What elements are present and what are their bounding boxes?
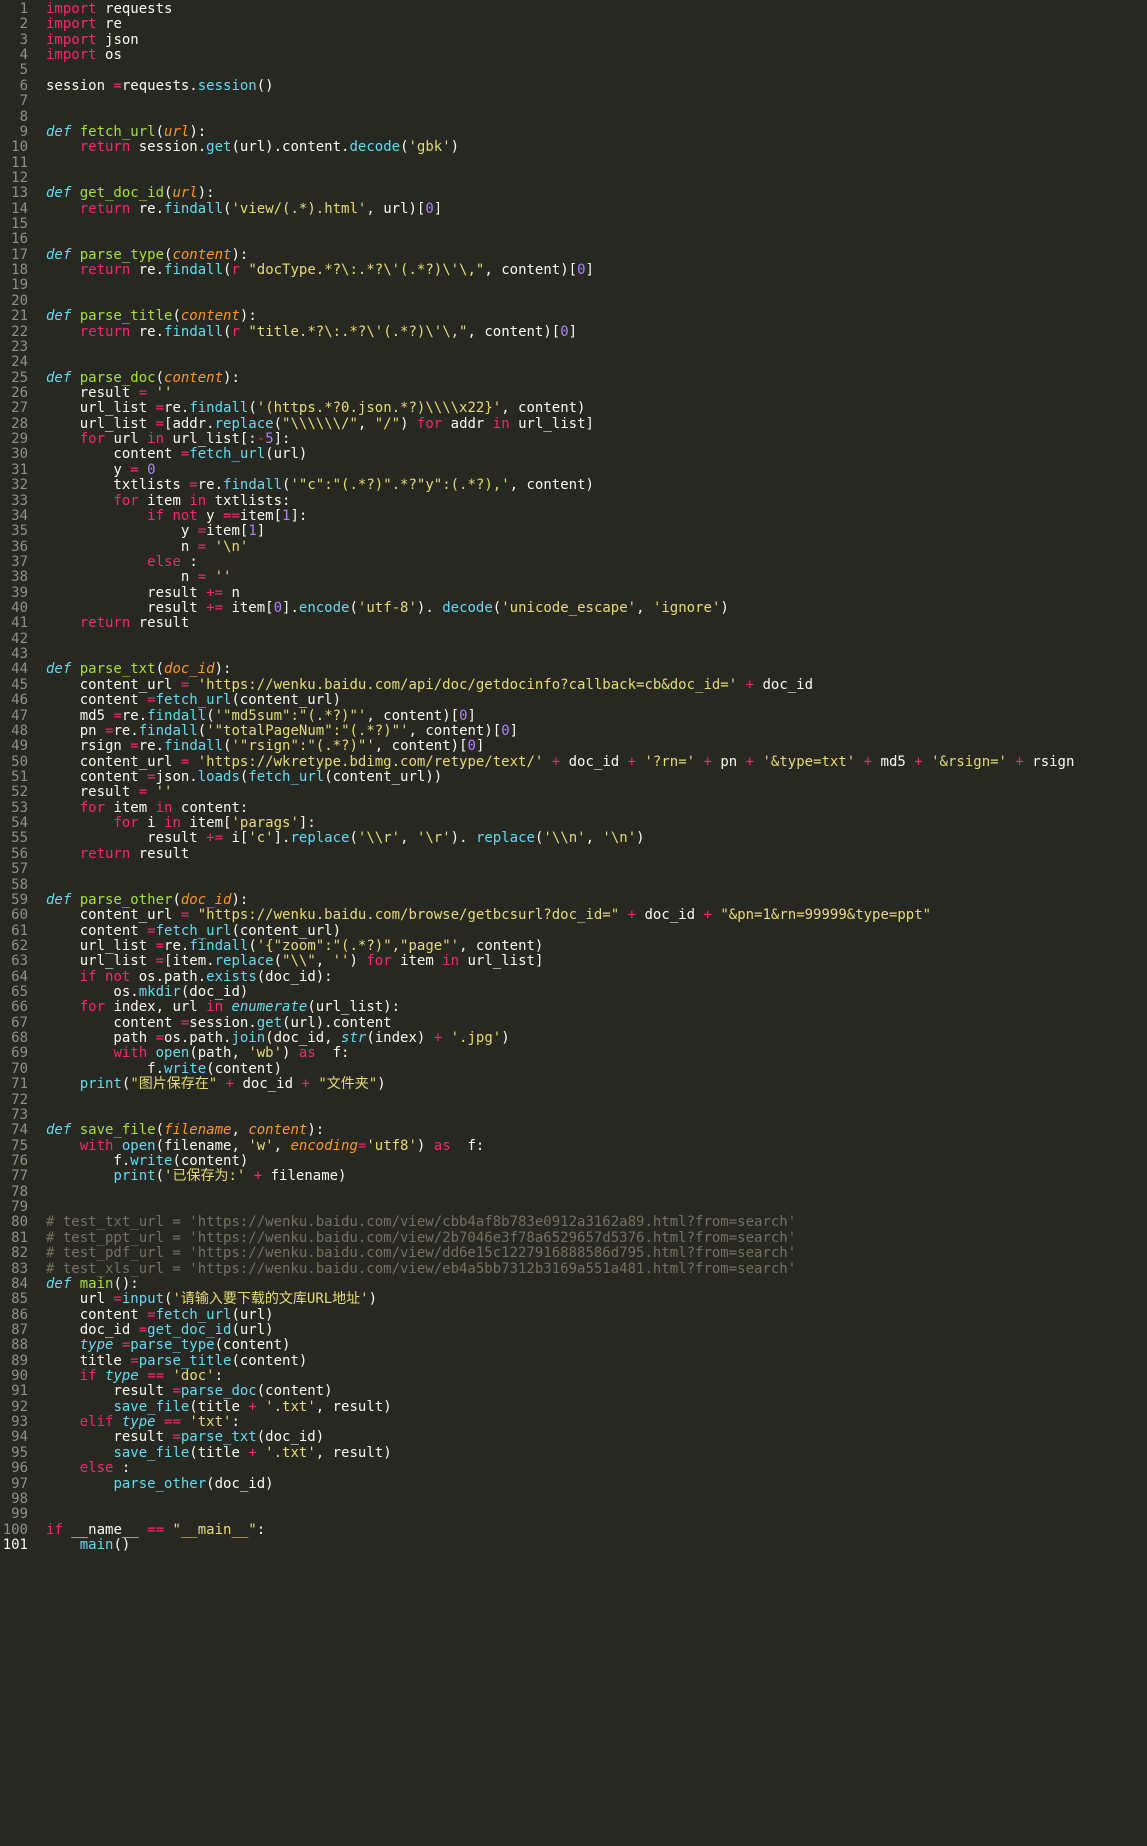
code-token: main	[79, 1537, 114, 1553]
code-editor[interactable]: 1 import requests 2 import re 3 import json 4 i…	[0, 0, 1147, 1846]
code-text: main()	[46, 1536, 131, 1554]
line-number: 101	[2, 1537, 28, 1553]
code-line[interactable]: 101 main()	[0, 1536, 1147, 1554]
code-token: ()	[113, 1537, 131, 1553]
